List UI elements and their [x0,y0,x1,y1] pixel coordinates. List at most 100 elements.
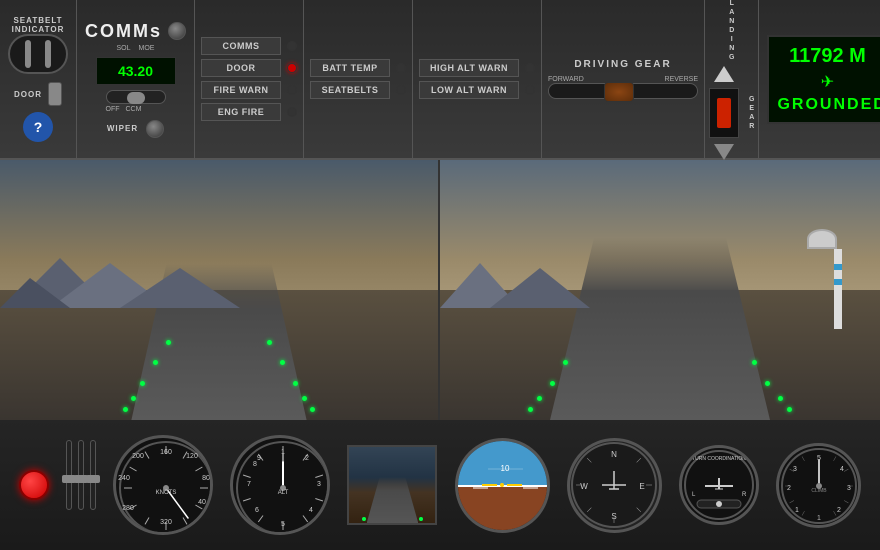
svg-text:120: 120 [186,453,198,460]
ccm-area: OFF CCM [106,90,166,113]
slide-switch[interactable] [106,90,166,104]
eng-fire-light [287,107,297,117]
warn-section-mid: BATT TEMP SEATBELTS [304,0,413,158]
throttle-lever-3[interactable] [90,440,96,530]
svg-text:ALT: ALT [278,490,289,496]
slide-knob [127,92,145,104]
tower-top [807,229,837,249]
throttle-handle-3 [86,475,100,483]
svg-text:320: 320 [160,519,172,526]
warn-section-left: COMMS DOOR FIRE WARN ENG FIRE [195,0,304,158]
altimeter-svg: 9 1 2 3 4 5 6 7 8 ALT [233,438,330,535]
forward-label: FORWARD [548,76,584,83]
gear-label-chars: G E A R [749,95,754,131]
landing-gear-section: L A N D I N G G E A [705,0,759,158]
landing-gear-label: L A N D I N G [729,0,734,62]
sol-label: SOL [117,45,131,52]
svg-text:9: 9 [257,455,261,462]
gear-handle [604,82,634,102]
svg-text:280: 280 [122,505,134,512]
plane-icon: ✈ [777,72,877,92]
attitude-indicator: 10 [455,438,550,533]
door-label: DOOR [14,90,42,99]
comms-title: COMMs [85,21,162,42]
svg-text:N: N [611,450,617,459]
svg-text:R: R [742,492,747,498]
wiper-knob[interactable] [146,120,164,138]
help-button[interactable]: ? [23,112,53,142]
svg-text:6: 6 [255,507,259,514]
svg-text:8: 8 [253,461,257,468]
seatbelts-btn[interactable]: SEATBELTS [310,81,406,99]
landing-gear-control: L A N D I N G G E A [709,0,754,160]
door-btn-label: DOOR [201,59,281,77]
seatbelt-indicator [8,34,68,74]
tc-svg: TURN COORDINATION L R [682,448,756,522]
gear-slider[interactable] [548,83,698,99]
gear-up-arrow[interactable] [714,66,734,82]
eng-fire-btn[interactable]: ENG FIRE [201,103,297,121]
high-alt-light [525,63,535,73]
low-alt-light [525,85,535,95]
door-toggle[interactable] [48,82,62,106]
low-alt-label: LOW ALT WARN [419,81,519,99]
nav-display [347,445,437,525]
throttle-lever-2[interactable] [78,440,84,530]
climb-svg: 5 4 3 2 1 1 2 3 CLIMB [779,446,860,527]
gear-red-bar [717,98,731,128]
reverse-label: REVERSE [665,76,698,83]
warning-rows-mid: BATT TEMP SEATBELTS [310,59,406,99]
climb-indicator: 5 4 3 2 1 1 2 3 CLIMB [776,443,861,528]
right-wing [507,484,522,486]
driving-gear-section: DRIVING GEAR FORWARD REVERSE [542,0,705,158]
svg-text:CLIMB: CLIMB [812,488,828,494]
svg-text:40: 40 [198,499,206,506]
door-warn-light [287,63,297,73]
svg-text:80: 80 [202,475,210,482]
throttle-lever-1[interactable] [66,440,72,530]
svg-text:5: 5 [281,521,285,528]
speedometer: 320 280 240 200 160 120 80 40 KNOTS [113,435,213,535]
speedometer-svg: 320 280 240 200 160 120 80 40 KNOTS [116,438,213,535]
cockpit-frame [0,160,880,420]
low-alt-btn[interactable]: LOW ALT WARN [419,81,535,99]
comms-btn-label: COMMS [201,37,281,55]
throttle-track-1 [66,440,72,510]
mode-label: MOE [139,45,155,52]
seatbelt-indicator-label2: INDICATOR [12,25,65,34]
comms-warn-light [287,41,297,51]
cockpit-view [0,160,880,420]
batt-temp-btn[interactable]: BATT TEMP [310,59,406,77]
turn-coordinator: TURN COORDINATION L R [679,445,759,525]
svg-text:200: 200 [132,453,144,460]
wiper-row: WIPER [107,120,164,138]
ccm-labels: OFF CCM [106,106,142,113]
svg-text:2: 2 [837,507,841,514]
altimeter: 9 1 2 3 4 5 6 7 8 ALT [230,435,330,535]
svg-text:TURN COORDINATION: TURN COORDINATION [692,456,746,462]
warning-rows-right: HIGH ALT WARN LOW ALT WARN [419,59,535,99]
altitude-section: 11792 M ✈ GROUNDED [759,0,880,158]
fire-warn-btn[interactable]: FIRE WARN [201,81,297,99]
comms-display: 43.20 [96,57,176,85]
left-window [0,160,440,420]
svg-text:1: 1 [795,507,799,514]
comms-value: 43.20 [118,63,153,79]
svg-text:E: E [639,482,644,491]
top-panel: SEATBELT INDICATOR DOOR ? COMMs SOL MOE [0,0,880,160]
door-warn-btn[interactable]: DOOR [201,59,297,77]
emergency-button[interactable] [19,470,49,500]
comms-warn-btn[interactable]: COMMS [201,37,297,55]
grounded-status: GROUNDED [777,96,877,114]
gear-down-arrow[interactable] [714,144,734,160]
left-runway-lights [0,264,438,420]
comms-knob[interactable] [168,22,186,40]
seatbelt-indicator-label: SEATBELT [13,16,62,25]
svg-text:W: W [580,482,588,491]
compass-indicator: N E S W [567,438,662,533]
seatbelt-section: SEATBELT INDICATOR DOOR ? [0,0,77,158]
compass-svg: N E S W [570,441,659,530]
svg-text:7: 7 [247,481,251,488]
high-alt-btn[interactable]: HIGH ALT WARN [419,59,535,77]
svg-text:KNOTS: KNOTS [156,490,177,496]
